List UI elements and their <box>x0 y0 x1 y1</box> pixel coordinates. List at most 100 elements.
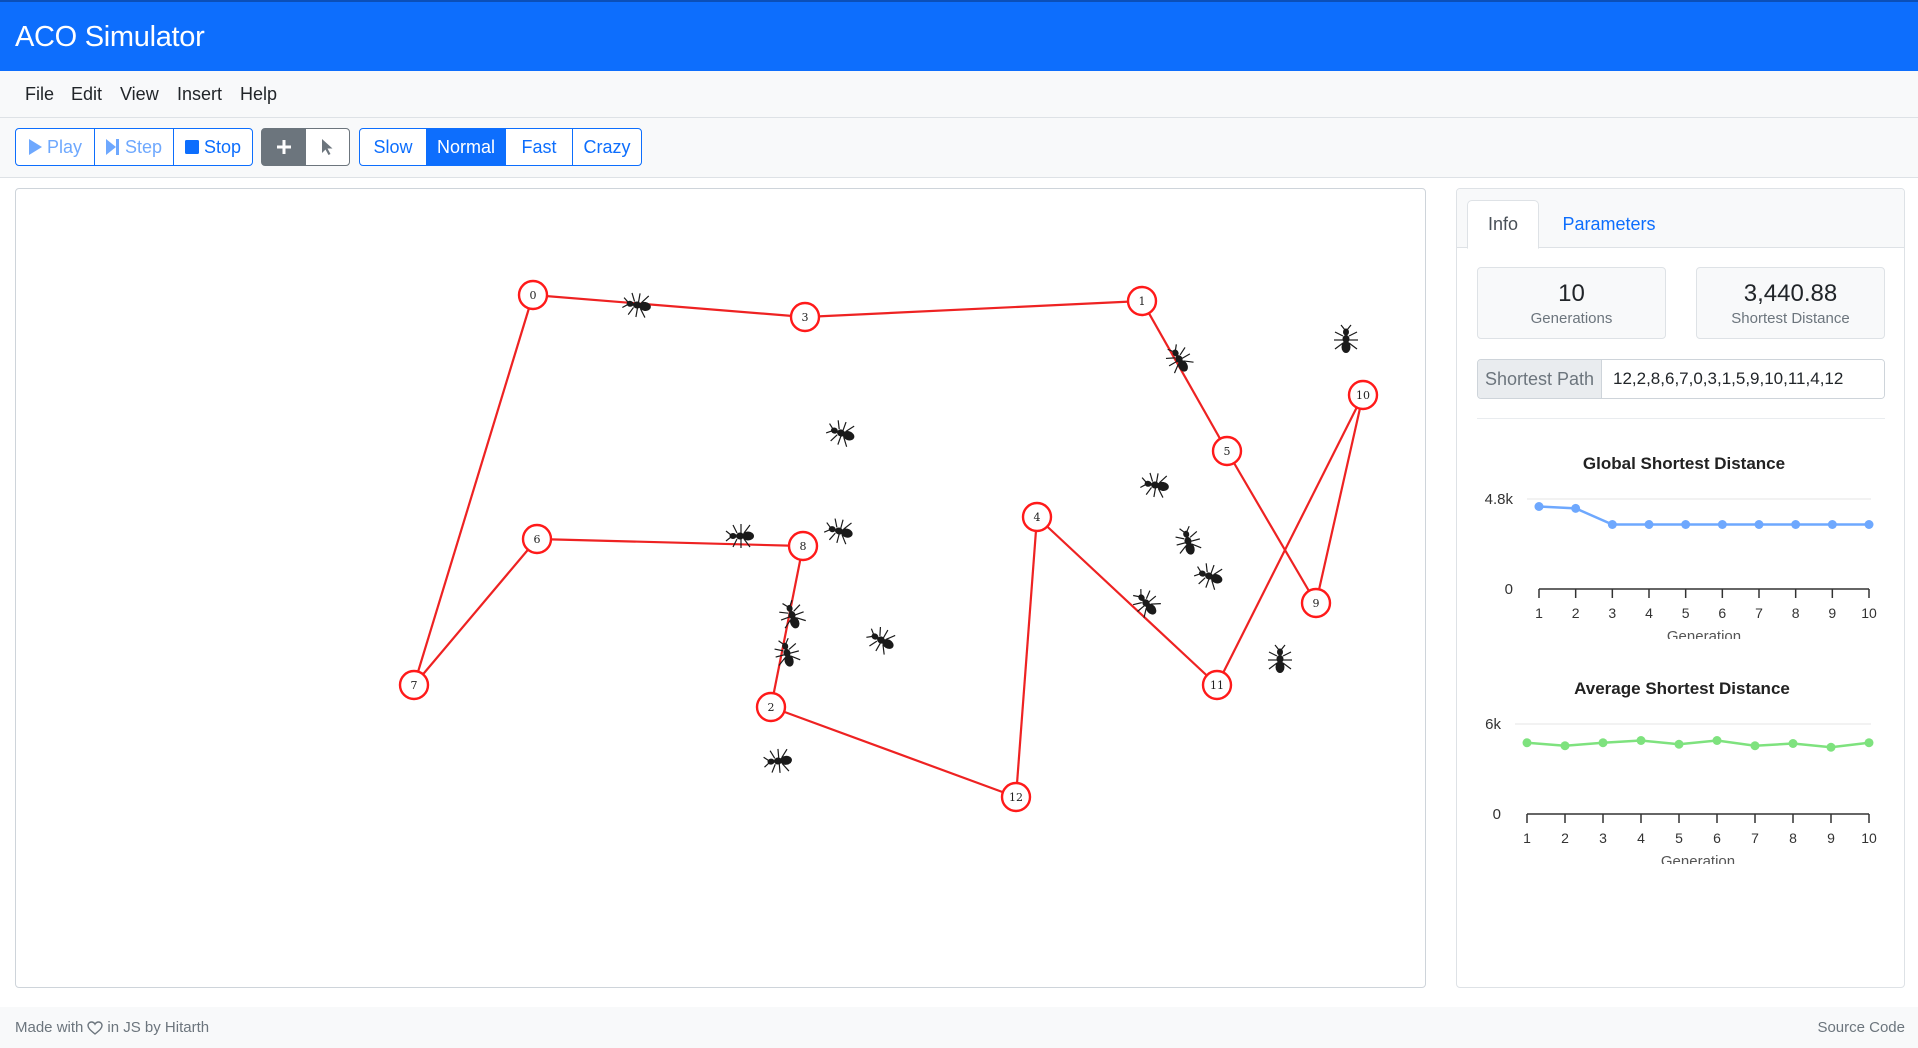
x-tick-label: 2 <box>1572 605 1580 621</box>
ant-icon <box>622 292 651 318</box>
x-tick-label: 8 <box>1792 605 1800 621</box>
panel-tabs: Info Parameters <box>1457 189 1904 249</box>
select-tool-button[interactable] <box>305 128 350 166</box>
generations-value: 10 <box>1558 280 1585 307</box>
ant-icon <box>1140 472 1169 498</box>
step-button[interactable]: Step <box>94 128 174 166</box>
ant-icon <box>1268 644 1292 673</box>
graph-node-11[interactable]: 11 <box>1201 669 1233 701</box>
shortest-distance-card: 3,440.88 Shortest Distance <box>1696 267 1885 339</box>
ant-icon <box>1334 324 1358 353</box>
x-tick-label: 10 <box>1861 605 1877 621</box>
info-panel: Info Parameters 10 Generations 3,440.88 … <box>1456 188 1905 988</box>
series-line <box>1538 505 1869 526</box>
chart-title: Average Shortest Distance <box>1574 679 1790 698</box>
x-tick-label: 7 <box>1751 830 1759 846</box>
data-point <box>1864 520 1874 529</box>
menu-file[interactable]: File <box>25 84 54 105</box>
play-button[interactable]: Play <box>15 128 95 166</box>
tab-info[interactable]: Info <box>1467 200 1539 249</box>
graph-node-8[interactable]: 8 <box>787 530 819 562</box>
tour-edge <box>1014 516 1039 798</box>
graph-node-3[interactable]: 3 <box>789 301 821 333</box>
x-tick-label: 3 <box>1608 605 1616 621</box>
tour-edge <box>536 537 804 548</box>
speed-slow-button[interactable]: Slow <box>359 128 427 166</box>
tour-edge <box>413 538 538 686</box>
graph-svg[interactable]: 0 123456789101112 <box>16 189 1426 988</box>
node-label: 10 <box>1356 389 1370 402</box>
node-label: 5 <box>1224 445 1231 458</box>
graph-node-1[interactable]: 1 <box>1126 285 1158 317</box>
step-label: Step <box>124 136 163 157</box>
x-tick-label: 10 <box>1861 830 1877 846</box>
ant-icon <box>774 637 801 667</box>
graph-node-7[interactable]: 7 <box>398 669 430 701</box>
x-tick-label: 6 <box>1713 830 1721 846</box>
graph-node-2[interactable]: 2 <box>755 691 787 723</box>
series-line <box>1526 739 1870 749</box>
ant-icon <box>763 748 792 773</box>
author-text: in JS by Hitarth <box>107 1019 210 1036</box>
tour-edge <box>804 299 1143 319</box>
tab-parameters[interactable]: Parameters <box>1549 200 1669 249</box>
shortest-distance-label: Shortest Distance <box>1731 310 1850 327</box>
graph-node-10[interactable]: 10 <box>1347 379 1379 411</box>
shortest-distance-value: 3,440.88 <box>1743 280 1838 307</box>
graph-node-12[interactable]: 12 <box>1000 781 1032 813</box>
data-point <box>1754 520 1764 529</box>
x-tick-label: 4 <box>1637 830 1645 846</box>
node-label: 3 <box>802 311 809 324</box>
menu-edit[interactable]: Edit <box>71 84 102 105</box>
graph-node-6[interactable]: 6 <box>521 523 553 555</box>
graph-node-0[interactable]: 0 <box>517 279 549 311</box>
menu-insert[interactable]: Insert <box>177 84 222 105</box>
graph-node-4[interactable]: 4 <box>1021 501 1053 533</box>
add-node-tool-button[interactable] <box>261 128 306 166</box>
stop-label: Stop <box>203 136 242 157</box>
tab-parameters-label: Parameters <box>1562 214 1656 234</box>
data-point <box>1571 503 1581 513</box>
menu-view[interactable]: View <box>120 84 159 105</box>
x-tick-label: 2 <box>1561 830 1569 846</box>
shortest-path-group: Shortest Path <box>1477 359 1885 399</box>
stop-button[interactable]: Stop <box>173 128 253 166</box>
speed-fast-button[interactable]: Fast <box>505 128 573 166</box>
chart-title: Global Shortest Distance <box>1583 454 1785 473</box>
speed-crazy-button[interactable]: Crazy <box>572 128 642 166</box>
x-tick-label: 7 <box>1755 605 1763 621</box>
data-point <box>1827 520 1837 529</box>
tab-info-label: Info <box>1487 214 1519 234</box>
app-title: ACO Simulator <box>15 21 205 53</box>
node-label: 0 <box>530 289 537 302</box>
node-label: 1 <box>1139 295 1146 308</box>
graph-node-5[interactable]: 5 <box>1211 435 1243 467</box>
generations-label: Generations <box>1530 310 1613 327</box>
shortest-path-field[interactable] <box>1602 360 1884 398</box>
menu-help[interactable]: Help <box>240 84 277 105</box>
data-point <box>1681 520 1691 529</box>
simulation-canvas[interactable]: 0 1 2 3 4 5 6 7 8 9 10 11 12 <box>15 188 1426 988</box>
data-point <box>1791 520 1801 529</box>
tour-edge <box>1141 300 1228 452</box>
tour-edge <box>412 294 535 686</box>
x-axis-label: Generation <box>1667 628 1741 639</box>
x-tick-label: 8 <box>1789 830 1797 846</box>
app-root: ACO Simulator File Edit View Insert Help… <box>0 0 1918 1048</box>
y-tick-label: 4.8k <box>1485 491 1514 508</box>
node-label: 6 <box>534 533 541 546</box>
data-point <box>1864 738 1874 748</box>
source-code-link[interactable]: Source Code <box>1817 1019 1905 1036</box>
divider <box>1477 418 1885 419</box>
menu-bar: File Edit View Insert Help <box>0 71 1918 118</box>
speed-slow-label: Slow <box>373 136 413 157</box>
data-point <box>1607 520 1617 529</box>
global-shortest-chart: Global Shortest Distance 4.8k 0 1 2 3 4 5 6 7 8 9 10… <box>1485 454 1877 639</box>
x-tick-label: 9 <box>1828 605 1836 621</box>
graph-node-9[interactable]: 9 <box>1300 587 1332 619</box>
speed-normal-button[interactable]: Normal <box>426 128 506 166</box>
tour-edge <box>1216 394 1364 686</box>
x-tick-label: 5 <box>1682 605 1690 621</box>
x-tick-label: 5 <box>1675 830 1683 846</box>
node-label: 2 <box>768 701 775 714</box>
